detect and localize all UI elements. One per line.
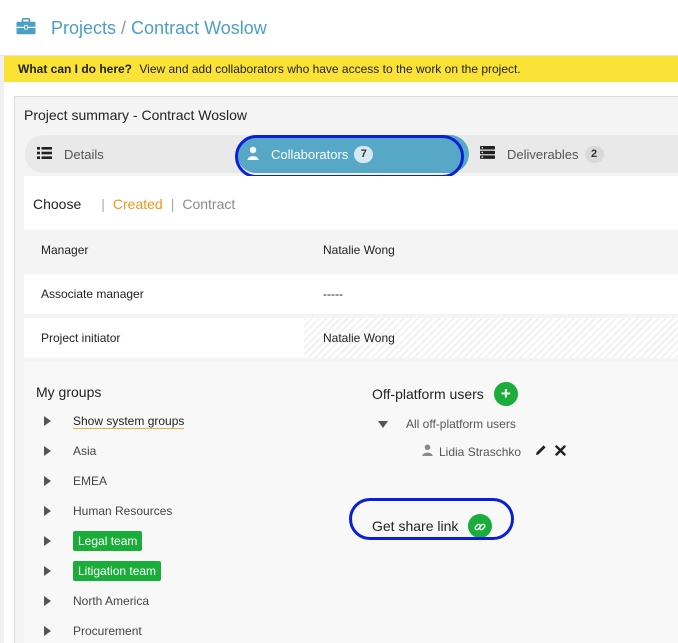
collapse-arrow-icon[interactable] bbox=[378, 420, 388, 428]
group-label: EMEA bbox=[73, 474, 108, 488]
user-icon bbox=[422, 444, 433, 459]
all-off-platform-users-label: All off-platform users bbox=[406, 417, 516, 431]
collaborators-count-badge: 7 bbox=[354, 145, 374, 163]
role-value: Natalie Wong bbox=[323, 331, 395, 345]
group-item-procurement[interactable]: Procurement bbox=[44, 620, 142, 642]
expand-arrow-icon[interactable] bbox=[44, 446, 51, 456]
server-icon bbox=[480, 146, 495, 162]
project-roles: Manager Natalie Wong Associate manager -… bbox=[24, 230, 678, 362]
user-actions bbox=[527, 444, 566, 459]
user-icon bbox=[247, 146, 259, 163]
group-item-show-system-groups[interactable]: Show system groups bbox=[44, 410, 185, 432]
group-label: Procurement bbox=[73, 624, 142, 638]
group-item-human-resources[interactable]: Human Resources bbox=[44, 500, 172, 522]
get-share-link[interactable]: Get share link bbox=[372, 514, 493, 538]
add-off-platform-user-button[interactable]: + bbox=[493, 382, 518, 406]
group-item-asia[interactable]: Asia bbox=[44, 440, 96, 462]
filter-created[interactable]: Created bbox=[113, 196, 163, 212]
help-banner: What can I do here? View and add collabo… bbox=[4, 56, 678, 82]
group-label: Human Resources bbox=[73, 504, 173, 518]
role-row-manager: Manager Natalie Wong bbox=[24, 230, 678, 270]
deliverables-count-badge: 2 bbox=[584, 145, 604, 163]
groups-section: My groups Show system groups Asia EMEA H… bbox=[24, 362, 678, 643]
page-header: Projects / Contract Woslow bbox=[0, 0, 678, 56]
tab-deliverables-label: Deliverables bbox=[507, 146, 579, 162]
filter-contract[interactable]: Contract bbox=[182, 196, 235, 212]
filter-bar: Choose | Created | Contract bbox=[33, 196, 235, 212]
group-tag-selected: Litigation team bbox=[73, 561, 162, 581]
tab-collaborators-label: Collaborators bbox=[271, 146, 349, 162]
group-label: Asia bbox=[73, 444, 97, 458]
breadcrumb-project-name: Contract Woslow bbox=[131, 18, 267, 38]
tab-details[interactable]: Details bbox=[37, 135, 104, 173]
expand-arrow-icon[interactable] bbox=[44, 416, 51, 426]
filter-divider: | bbox=[170, 196, 175, 212]
role-key: Project initiator bbox=[41, 331, 121, 345]
role-key: Associate manager bbox=[41, 287, 144, 301]
panel-title: Project summary - Contract Woslow bbox=[24, 107, 248, 123]
role-value: Natalie Wong bbox=[323, 243, 395, 257]
expand-arrow-icon[interactable] bbox=[44, 536, 51, 546]
remove-x-icon[interactable] bbox=[555, 444, 566, 459]
tab-deliverables[interactable]: Deliverables 2 bbox=[470, 135, 604, 173]
collaborators-content: Choose | Created | Contract Manager Natalie … bbox=[24, 176, 678, 643]
group-tag-selected: Legal team bbox=[73, 531, 143, 551]
role-value: ----- bbox=[323, 287, 343, 301]
expand-arrow-icon[interactable] bbox=[44, 626, 51, 636]
expand-arrow-icon[interactable] bbox=[44, 596, 51, 606]
off-platform-users-title: Off-platform users bbox=[372, 386, 484, 402]
off-platform-user-row: Lidia Straschko bbox=[422, 444, 566, 459]
left-edge bbox=[0, 56, 4, 643]
expand-arrow-icon[interactable] bbox=[44, 476, 51, 486]
help-question: What can I do here? bbox=[18, 62, 133, 76]
off-platform-users-header: Off-platform users + bbox=[372, 382, 518, 406]
filter-label: Choose bbox=[33, 196, 82, 212]
list-icon bbox=[37, 146, 52, 162]
off-platform-user-name: Lidia Straschko bbox=[439, 444, 522, 459]
expand-arrow-icon[interactable] bbox=[44, 506, 51, 516]
group-label: Show system groups bbox=[73, 413, 185, 429]
group-item-legal-team[interactable]: Legal team bbox=[44, 530, 143, 552]
breadcrumb-separator: / bbox=[121, 18, 127, 38]
briefcase-icon bbox=[16, 18, 36, 40]
all-off-platform-users-toggle[interactable]: All off-platform users bbox=[378, 417, 516, 431]
get-share-link-label: Get share link bbox=[372, 518, 459, 534]
filter-divider: | bbox=[101, 196, 105, 212]
link-icon bbox=[474, 520, 486, 536]
share-link-button[interactable] bbox=[468, 514, 493, 538]
role-key: Manager bbox=[41, 243, 89, 257]
expand-arrow-icon[interactable] bbox=[44, 566, 51, 576]
group-item-litigation-team[interactable]: Litigation team bbox=[44, 560, 162, 582]
role-row-project-initiator: Project initiator Natalie Wong bbox=[24, 318, 678, 358]
edit-pencil-icon[interactable] bbox=[535, 444, 547, 459]
my-groups-title: My groups bbox=[36, 384, 102, 400]
role-row-associate-manager: Associate manager ----- bbox=[24, 274, 678, 314]
breadcrumb: Projects / Contract Woslow bbox=[51, 18, 267, 39]
group-item-emea[interactable]: EMEA bbox=[44, 470, 107, 492]
tab-bar: Details Collaborators 7 Deliverables 2 bbox=[25, 135, 678, 173]
tab-details-label: Details bbox=[64, 146, 104, 162]
group-item-north-america[interactable]: North America bbox=[44, 590, 149, 612]
tab-collaborators[interactable]: Collaborators 7 bbox=[237, 135, 469, 173]
group-label: North America bbox=[73, 594, 150, 608]
help-text: View and add collaborators who have acce… bbox=[139, 62, 521, 76]
breadcrumb-projects-link[interactable]: Projects bbox=[51, 18, 116, 38]
